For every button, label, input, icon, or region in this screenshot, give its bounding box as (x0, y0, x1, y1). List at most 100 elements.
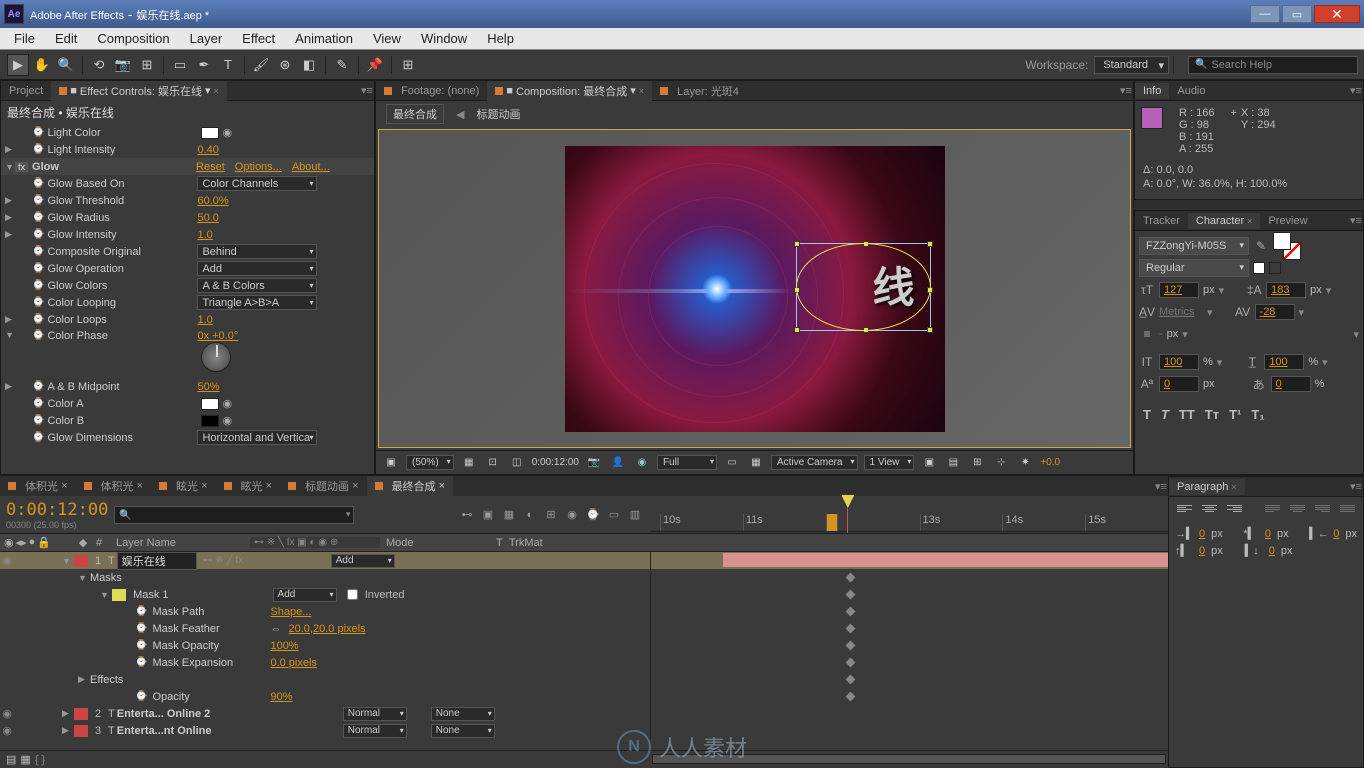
val-ab-midpoint[interactable]: 50% (197, 381, 219, 393)
stamp-tool[interactable]: ⊛ (274, 54, 296, 76)
tsume-input[interactable]: 0 (1271, 376, 1311, 392)
val-glow-threshold[interactable]: 60.0% (197, 195, 228, 207)
small-caps-button[interactable]: Tᴛ (1205, 407, 1219, 422)
visibility-icon[interactable]: ◉ (0, 707, 14, 720)
expand-icon[interactable]: ▶ (78, 674, 88, 685)
bc-child[interactable]: 标题动画 (476, 106, 520, 122)
comp-viewer[interactable]: 线 (378, 129, 1131, 448)
stopwatch-icon[interactable]: ⌚ (32, 212, 44, 223)
leading-input[interactable]: 183 (1266, 282, 1306, 298)
menu-file[interactable]: File (4, 31, 45, 46)
vscale-input[interactable]: 100 (1159, 354, 1199, 370)
always-preview-icon[interactable]: ▣ (382, 455, 400, 471)
expand-icon[interactable]: ▶ (5, 195, 15, 206)
transparency-grid-icon[interactable]: ▦ (747, 455, 765, 471)
panel-menu-icon[interactable]: ▾≡ (1349, 84, 1363, 97)
show-snapshot-icon[interactable]: 👤 (609, 455, 627, 471)
visibility-icon[interactable]: ◉ (0, 724, 14, 737)
layer-name[interactable]: Enterta...nt Online (117, 725, 247, 737)
blend-mode-dropdown[interactable]: Add (331, 554, 395, 568)
all-caps-button[interactable]: TT (1179, 407, 1195, 422)
mask-expansion-value[interactable]: 0.0 pixels (270, 657, 316, 669)
tl-tab-1[interactable]: 体积光 × (76, 476, 152, 496)
label-col-icon[interactable]: ◆ (70, 536, 96, 549)
roi-icon[interactable]: ▭ (723, 455, 741, 471)
layer-row-1[interactable]: ◉ ▼ 1 T 娱乐在线 ⊷ ※ ╱ fx Add (0, 552, 1168, 569)
fast-preview-icon[interactable]: ▤ (944, 455, 962, 471)
stopwatch-icon[interactable]: ⌚ (32, 229, 44, 240)
layer-switches-icon[interactable]: ▭ (605, 506, 623, 524)
color-a-swatch[interactable] (201, 398, 219, 410)
mask-1-row[interactable]: ▼ Mask 1Add Inverted (0, 586, 1168, 603)
autokey-icon[interactable]: ⌚ (584, 506, 602, 524)
panel-menu-icon[interactable]: ▾≡ (1349, 214, 1363, 227)
zoom-tool[interactable]: 🔍 (55, 54, 77, 76)
stopwatch-icon[interactable]: ⌚ (135, 606, 147, 617)
tl-tab-0[interactable]: 体积光 × (0, 476, 76, 496)
layer-name-header[interactable]: Layer Name (116, 537, 250, 549)
zoom-dropdown[interactable]: (50%) (406, 455, 454, 470)
reset-exposure-icon[interactable]: ✷ (1016, 455, 1034, 471)
subscript-button[interactable]: T₁ (1251, 407, 1264, 422)
minimize-button[interactable]: — (1250, 5, 1280, 23)
stopwatch-icon[interactable]: ⌚ (32, 398, 44, 409)
current-time-indicator[interactable] (847, 496, 848, 533)
val-color-phase[interactable]: 0x +0.0° (197, 330, 238, 342)
type-tool[interactable]: T (217, 54, 239, 76)
phase-wheel[interactable] (201, 342, 231, 372)
stroke-swatch[interactable] (1269, 262, 1281, 274)
menu-edit[interactable]: Edit (45, 31, 87, 46)
layer-tab[interactable]: Layer: 光斑4 (652, 81, 747, 101)
paragraph-tab[interactable]: Paragraph × (1169, 479, 1245, 495)
exposure-value[interactable]: +0.0 (1040, 457, 1060, 468)
workspace-dropdown[interactable]: Standard (1094, 56, 1169, 74)
dd-glow-dimensions[interactable]: Horizontal and Vertica (197, 430, 317, 445)
expand-icon[interactable]: ▶ (5, 144, 15, 155)
opacity-row[interactable]: ⌚Opacity90% (0, 688, 1168, 705)
indent-right-value[interactable]: 0 (1333, 528, 1339, 540)
brush-tool[interactable]: 🖌 (250, 54, 272, 76)
effects-group[interactable]: ▶Effects (0, 671, 1168, 688)
preview-tab[interactable]: Preview (1260, 213, 1315, 229)
stopwatch-icon[interactable]: ⌚ (32, 297, 44, 308)
val-glow-intensity[interactable]: 1.0 (197, 229, 212, 241)
hand-tool[interactable]: ✋ (31, 54, 53, 76)
graph-editor-icon[interactable]: ⊞ (542, 506, 560, 524)
info-tab[interactable]: Info (1135, 83, 1169, 99)
footage-tab[interactable]: Footage: (none) (376, 83, 487, 99)
align-right-button[interactable] (1225, 503, 1244, 519)
indent-left-value[interactable]: 0 (1199, 528, 1205, 540)
blend-mode-dropdown[interactable]: Normal (343, 707, 407, 721)
menu-help[interactable]: Help (477, 31, 524, 46)
layer-name[interactable]: Enterta... Online 2 (117, 708, 247, 720)
mask-toggle-icon[interactable]: ◫ (508, 455, 526, 471)
stopwatch-icon[interactable]: ⌚ (32, 127, 44, 138)
frame-blend-icon[interactable]: ▦ (500, 506, 518, 524)
maximize-button[interactable]: ▭ (1282, 5, 1312, 23)
stopwatch-icon[interactable]: ⌚ (135, 640, 147, 651)
expand-icon[interactable]: ▶ (5, 229, 15, 240)
camera-tool[interactable]: 📷 (112, 54, 134, 76)
effect-glow[interactable]: Glow (32, 161, 196, 173)
selection-tool[interactable]: ▶ (7, 54, 29, 76)
opacity-value[interactable]: 90% (270, 691, 292, 703)
visibility-icon[interactable]: ◉ (0, 554, 14, 567)
dd-glow-based-on[interactable]: Color Channels (197, 176, 317, 191)
tl-tab-4[interactable]: 标题动画 × (280, 476, 367, 496)
mask-color-label[interactable] (112, 589, 126, 601)
mode-header[interactable]: Mode (380, 537, 496, 549)
eyedropper-icon[interactable]: ◉ (223, 414, 233, 427)
stopwatch-icon[interactable]: ⌚ (32, 280, 44, 291)
pixel-aspect-icon[interactable]: ▣ (920, 455, 938, 471)
expand-icon[interactable]: ▶ (5, 212, 15, 223)
modes-icon[interactable]: ▥ (626, 506, 644, 524)
project-tab[interactable]: Project (1, 83, 51, 99)
expand-icon[interactable]: ▶ (5, 381, 15, 392)
mask-opacity-row[interactable]: ⌚Mask Opacity100% (0, 637, 1168, 654)
indent-first-value[interactable]: 0 (1265, 528, 1271, 540)
kerning-dropdown[interactable]: Metrics (1159, 306, 1203, 318)
dd-glow-colors[interactable]: A & B Colors (197, 278, 317, 293)
panel-menu-icon[interactable]: ▾≡ (360, 84, 374, 97)
inverted-checkbox[interactable] (347, 589, 358, 600)
menu-view[interactable]: View (363, 31, 411, 46)
